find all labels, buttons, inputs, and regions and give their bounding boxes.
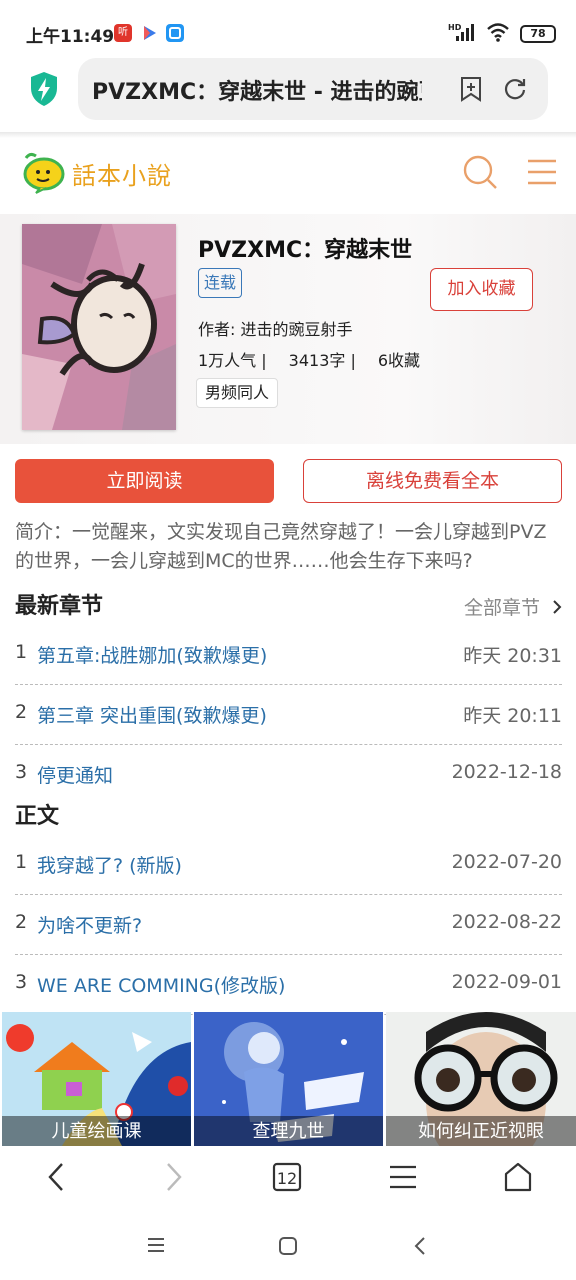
chapter-num: 1 (15, 851, 28, 873)
chapter-row[interactable]: 2 第三章 突出重围(致歉爆更) 昨天 20:11 (15, 685, 562, 745)
video-app-icon (140, 24, 158, 42)
svg-text:HD: HD (448, 23, 462, 32)
chapter-num: 3 (15, 761, 28, 783)
category-tag[interactable]: 男频同人 (196, 378, 279, 408)
popularity-count: 1万人气 | (198, 351, 267, 370)
menu-icon[interactable] (526, 158, 558, 190)
tabs-icon[interactable]: 12 (270, 1160, 304, 1194)
chapter-num: 3 (15, 971, 28, 993)
chevron-right-icon (552, 597, 562, 619)
music-app-icon: 听 (114, 24, 132, 42)
chapter-date: 昨天 20:11 (463, 705, 562, 727)
all-chapters-link[interactable]: 全部章节 (464, 593, 562, 620)
chapter-row[interactable]: 3 停更通知 2022-12-18 (15, 745, 562, 805)
chapter-date: 2022-09-01 (451, 971, 562, 993)
book-cover[interactable] (22, 224, 176, 430)
chapter-date: 2022-07-20 (451, 851, 562, 873)
book-stats: 1万人气 | 3413字 | 6收藏 (198, 347, 442, 371)
recents-icon[interactable] (146, 1236, 166, 1258)
refresh-icon[interactable] (502, 76, 528, 106)
serial-status-badge: 连载 (198, 268, 242, 298)
ad-caption: 如何纠正近视眼 (386, 1116, 576, 1146)
address-bar[interactable]: PVZXMC：穿越末世 - 进击的豌豆射手 (78, 58, 548, 120)
book-title: PVZXMC：穿越末世 (198, 238, 413, 263)
chapter-title[interactable]: 为啥不更新? (37, 911, 142, 938)
all-chapters-label: 全部章节 (463, 597, 540, 619)
signal-icon: HD (448, 22, 476, 46)
header-divider (0, 132, 576, 138)
ad-card[interactable]: 儿童绘画课 (2, 1012, 191, 1146)
chapter-row[interactable]: 1 我穿越了? (新版) 2022-07-20 (15, 835, 562, 895)
chat-app-icon (166, 24, 184, 42)
book-author[interactable]: 作者: 进击的豌豆射手 (198, 316, 352, 340)
system-nav-bar (0, 1212, 576, 1280)
chapter-title[interactable]: 第五章:战胜娜加(致歉爆更) (37, 641, 267, 668)
chapter-date: 2022-12-18 (451, 761, 562, 783)
ad-card[interactable]: 如何纠正近视眼 (386, 1012, 576, 1146)
system-back-icon[interactable] (412, 1236, 428, 1260)
chapter-row[interactable]: 3 WE ARE COMMING(修改版) 2022-09-01 (15, 955, 562, 1015)
add-favorite-button[interactable]: 加入收藏 (430, 268, 533, 311)
latest-chapters-heading: 最新章节 (15, 594, 104, 619)
ad-card[interactable]: 查理九世 (194, 1012, 383, 1146)
system-home-icon[interactable] (278, 1236, 298, 1260)
book-intro: 简介：一觉醒来，文实发现自己竟然穿越了！一会儿穿越到PVZ的世界，一会儿穿越到M… (15, 521, 547, 572)
offline-read-button[interactable]: 离线免费看全本 (303, 459, 562, 503)
home-icon[interactable] (501, 1160, 535, 1194)
chapter-title[interactable]: 第三章 突出重围(致歉爆更) (37, 701, 267, 728)
site-logo-text: 話本小說 (72, 162, 172, 190)
browser-toolbar: 12 (0, 1146, 576, 1212)
read-now-button[interactable]: 立即阅读 (15, 459, 274, 503)
ad-banner-strip: 儿童绘画课 查理九世 如何纠正近视眼 (0, 1012, 576, 1146)
add-bookmark-icon[interactable] (458, 76, 484, 106)
security-shield-icon[interactable] (28, 70, 60, 108)
svg-text:12: 12 (277, 1169, 297, 1188)
chapter-num: 2 (15, 911, 28, 933)
chapter-num: 1 (15, 641, 28, 663)
favorites-count: 6收藏 (377, 351, 421, 370)
chapter-num: 2 (15, 701, 28, 723)
status-time: 上午11:49 (26, 27, 115, 47)
battery-indicator: 78 (520, 25, 556, 43)
search-icon[interactable] (462, 154, 498, 194)
wifi-icon (486, 22, 510, 46)
back-icon[interactable] (40, 1160, 74, 1194)
site-logo[interactable]: 話本小說 (20, 148, 190, 196)
ad-caption: 儿童绘画课 (2, 1116, 191, 1146)
chapter-row[interactable]: 1 第五章:战胜娜加(致歉爆更) 昨天 20:31 (15, 625, 562, 685)
status-bar: 上午11:49 听 HD 78 (0, 0, 576, 60)
chapter-title[interactable]: 停更通知 (37, 761, 113, 788)
menu-lines-icon[interactable] (386, 1160, 420, 1194)
chapter-date: 昨天 20:31 (463, 645, 562, 667)
chapter-title[interactable]: WE ARE COMMING(修改版) (37, 971, 285, 998)
ad-caption: 查理九世 (194, 1116, 383, 1146)
address-title[interactable]: PVZXMC：穿越末世 - 进击的豌豆射手 (92, 74, 422, 106)
word-count: 3413字 | (288, 351, 356, 370)
chapter-date: 2022-08-22 (451, 911, 562, 933)
chapter-row[interactable]: 2 为啥不更新? 2022-08-22 (15, 895, 562, 955)
forward-icon[interactable] (156, 1160, 190, 1194)
chapter-title[interactable]: 我穿越了? (新版) (37, 851, 182, 878)
main-chapters-heading: 正文 (15, 804, 60, 829)
